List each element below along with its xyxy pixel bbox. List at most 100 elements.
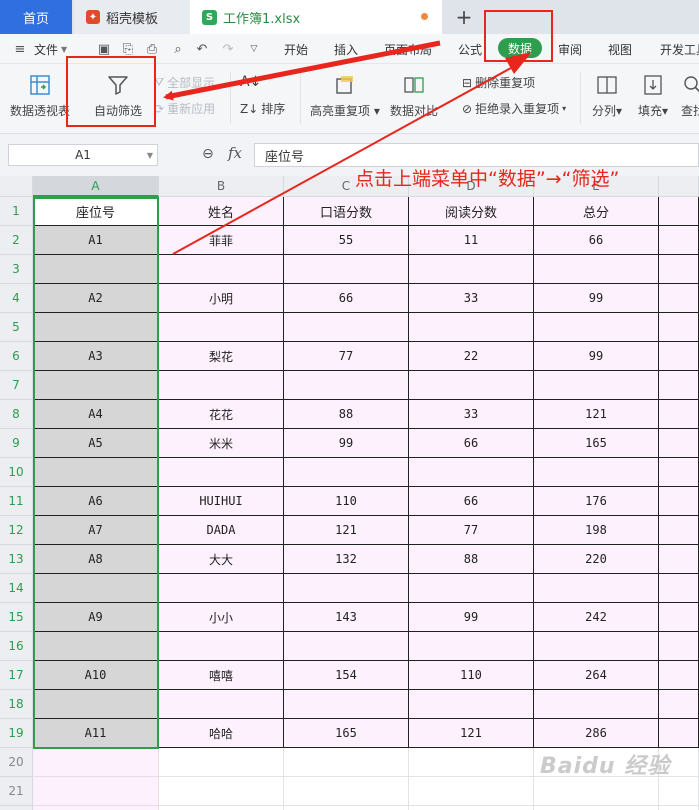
table-cell[interactable]: 165 [534, 429, 659, 458]
menu-developer[interactable]: 开发工具 [660, 34, 699, 64]
data-compare-button[interactable]: 数据对比 [390, 72, 438, 119]
menu-review[interactable]: 审阅 [558, 34, 582, 64]
table-cell[interactable] [159, 313, 284, 342]
row-header[interactable]: 7 [0, 371, 33, 400]
table-cell[interactable] [659, 690, 699, 719]
table-cell[interactable]: A2 [33, 284, 159, 313]
highlight-duplicates-button[interactable]: 高亮重复项 ▾ [310, 72, 380, 119]
empty-cell[interactable] [33, 748, 159, 777]
table-cell[interactable] [534, 313, 659, 342]
table-cell[interactable] [659, 719, 699, 748]
empty-cell[interactable] [284, 777, 409, 806]
print-icon[interactable]: ⎙ [144, 41, 160, 57]
table-cell[interactable] [659, 197, 699, 226]
table-cell[interactable] [284, 574, 409, 603]
table-cell[interactable] [659, 255, 699, 284]
menu-home[interactable]: 开始 [284, 34, 308, 64]
function-icon[interactable]: fx [228, 144, 242, 162]
table-cell[interactable]: 99 [534, 342, 659, 371]
table-cell[interactable] [159, 458, 284, 487]
table-cell[interactable] [33, 574, 159, 603]
table-cell[interactable]: 220 [534, 545, 659, 574]
table-cell[interactable]: 110 [409, 661, 534, 690]
table-cell[interactable]: DADA [159, 516, 284, 545]
table-cell[interactable]: 33 [409, 400, 534, 429]
table-cell[interactable]: A11 [33, 719, 159, 748]
column-header-b[interactable]: B [159, 176, 284, 197]
menu-file[interactable]: 文件 ▼ [34, 34, 67, 64]
row-header[interactable]: 19 [0, 719, 33, 748]
table-cell[interactable]: 55 [284, 226, 409, 255]
table-cell[interactable] [284, 632, 409, 661]
table-cell[interactable]: 143 [284, 603, 409, 632]
table-cell[interactable] [534, 255, 659, 284]
table-cell[interactable]: 梨花 [159, 342, 284, 371]
row-header[interactable]: 10 [0, 458, 33, 487]
table-cell[interactable]: 286 [534, 719, 659, 748]
table-cell[interactable]: 77 [409, 516, 534, 545]
header-cell[interactable]: 总分 [534, 197, 659, 226]
table-cell[interactable] [409, 632, 534, 661]
table-cell[interactable]: A3 [33, 342, 159, 371]
header-cell[interactable]: 阅读分数 [409, 197, 534, 226]
table-cell[interactable]: A5 [33, 429, 159, 458]
table-cell[interactable] [534, 574, 659, 603]
menu-formula[interactable]: 公式 [458, 34, 482, 64]
table-cell[interactable]: 165 [284, 719, 409, 748]
empty-cell[interactable] [33, 806, 159, 810]
table-cell[interactable]: 99 [534, 284, 659, 313]
empty-cell[interactable] [33, 777, 159, 806]
name-box[interactable]: A1 ▼ [8, 144, 158, 166]
table-cell[interactable] [284, 458, 409, 487]
table-cell[interactable]: 小小 [159, 603, 284, 632]
row-header[interactable]: 11 [0, 487, 33, 516]
table-cell[interactable]: 大大 [159, 545, 284, 574]
table-cell[interactable] [409, 371, 534, 400]
column-header-a[interactable]: A [33, 176, 159, 197]
table-cell[interactable] [159, 632, 284, 661]
table-cell[interactable] [284, 255, 409, 284]
table-cell[interactable]: 154 [284, 661, 409, 690]
table-cell[interactable] [159, 574, 284, 603]
table-cell[interactable] [409, 458, 534, 487]
row-header[interactable]: 16 [0, 632, 33, 661]
table-cell[interactable]: 198 [534, 516, 659, 545]
header-cell[interactable]: 姓名 [159, 197, 284, 226]
table-cell[interactable]: 242 [534, 603, 659, 632]
table-cell[interactable] [659, 226, 699, 255]
empty-cell[interactable] [534, 777, 659, 806]
table-cell[interactable]: HUIHUI [159, 487, 284, 516]
pivot-table-button[interactable]: 数据透视表 [10, 72, 70, 119]
empty-cell[interactable] [534, 806, 659, 810]
table-cell[interactable] [284, 371, 409, 400]
table-cell[interactable]: 哈哈 [159, 719, 284, 748]
reject-duplicates-button[interactable]: ⊘ 拒绝录入重复项 ▾ [462, 100, 566, 117]
table-cell[interactable] [659, 284, 699, 313]
table-cell[interactable]: 小明 [159, 284, 284, 313]
table-cell[interactable] [409, 313, 534, 342]
empty-cell[interactable] [659, 806, 699, 810]
table-cell[interactable]: 110 [284, 487, 409, 516]
empty-cell[interactable] [159, 806, 284, 810]
menu-view[interactable]: 视图 [608, 34, 632, 64]
table-cell[interactable]: 88 [284, 400, 409, 429]
table-cell[interactable] [284, 313, 409, 342]
table-cell[interactable] [659, 458, 699, 487]
table-cell[interactable] [659, 545, 699, 574]
tab-workbook[interactable]: S 工作簿1.xlsx [190, 0, 442, 34]
save-icon[interactable]: ▣ [96, 41, 112, 57]
column-header-f[interactable] [659, 176, 699, 197]
empty-cell[interactable] [409, 748, 534, 777]
table-cell[interactable] [534, 371, 659, 400]
menu-data[interactable]: 数据 [498, 38, 542, 58]
quick-access-more-icon[interactable]: ▽ [246, 41, 262, 57]
table-cell[interactable]: 176 [534, 487, 659, 516]
empty-cell[interactable] [284, 806, 409, 810]
redo-icon[interactable]: ↷ [220, 41, 236, 57]
hamburger-icon[interactable]: ≡ [12, 41, 28, 57]
table-cell[interactable]: 66 [409, 487, 534, 516]
row-header[interactable]: 3 [0, 255, 33, 284]
table-cell[interactable]: 264 [534, 661, 659, 690]
row-header[interactable]: 4 [0, 284, 33, 313]
table-cell[interactable] [659, 400, 699, 429]
